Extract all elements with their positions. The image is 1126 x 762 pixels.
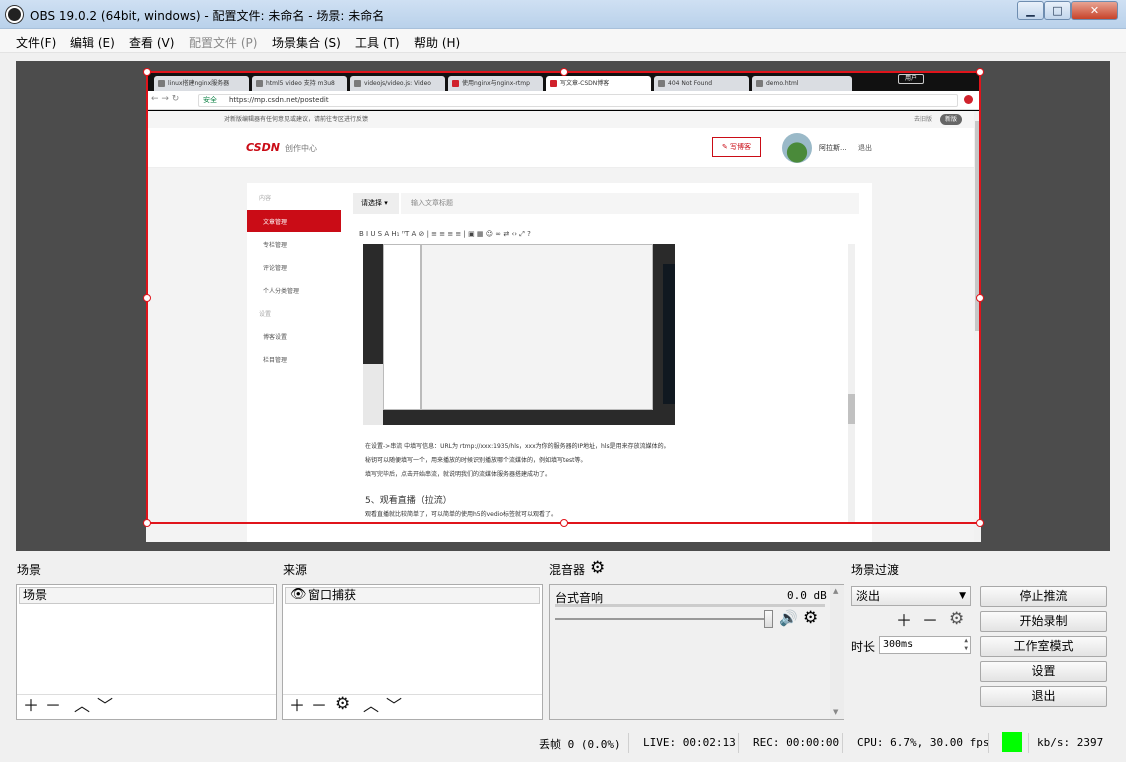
scroll-down-icon[interactable]: ▼	[833, 708, 838, 716]
add-transition-button[interactable]: ＋	[896, 613, 912, 629]
menu-scene-collection[interactable]: 场景集合 (S)	[272, 34, 341, 51]
source-selection-box[interactable]	[143, 68, 984, 527]
settings-button[interactable]: 设置	[980, 661, 1107, 682]
remove-scene-button[interactable]: －	[45, 698, 61, 714]
menu-profile[interactable]: 配置文件 (P)	[189, 34, 257, 51]
scenes-list[interactable]: 场景 ＋ － ︿ ﹀	[16, 584, 277, 720]
divider	[1028, 733, 1029, 753]
move-down-button[interactable]: ﹀	[97, 698, 113, 714]
move-down-button[interactable]: ﹀	[386, 698, 402, 714]
eye-icon[interactable]: 👁	[290, 587, 307, 602]
audio-mixer: 台式音响 0.0 dB 🔊 ⚙ ▲ ▼	[549, 584, 844, 720]
add-scene-button[interactable]: ＋	[23, 698, 39, 714]
transition-select[interactable]: 淡出 ▼	[851, 586, 971, 606]
chevron-down-icon: ▼	[959, 591, 966, 601]
studio-mode-button[interactable]: 工作室模式	[980, 636, 1107, 657]
dropped-frames: 丢帧 0 (0.0%)	[539, 738, 621, 751]
start-recording-button[interactable]: 开始录制	[980, 611, 1107, 632]
resize-handle[interactable]	[976, 294, 984, 302]
duration-input[interactable]: 300ms ▲ ▼	[879, 636, 971, 654]
exit-button[interactable]: 退出	[980, 686, 1107, 707]
gear-icon[interactable]: ⚙	[590, 558, 605, 578]
gear-icon[interactable]: ⚙	[949, 611, 964, 628]
move-up-button[interactable]: ︿	[74, 698, 90, 714]
remove-transition-button[interactable]: －	[922, 613, 938, 629]
divider	[17, 694, 276, 695]
close-button[interactable]: ✕	[1071, 1, 1118, 20]
sources-list[interactable]: 👁 窗口捕获 ＋ － ⚙ ︿ ﹀	[282, 584, 543, 720]
minimize-button[interactable]: ▁	[1017, 1, 1044, 20]
menu-help[interactable]: 帮助 (H)	[414, 34, 460, 51]
volume-meter	[555, 604, 825, 607]
source-item[interactable]: 👁 窗口捕获	[285, 587, 540, 604]
menu-tools[interactable]: 工具 (T)	[355, 34, 400, 51]
menu-view[interactable]: 查看 (V)	[129, 34, 174, 51]
menu-edit[interactable]: 编辑 (E)	[70, 34, 115, 51]
duration-value: 300ms	[883, 639, 914, 650]
divider	[738, 733, 739, 753]
resize-handle[interactable]	[143, 294, 151, 302]
stop-streaming-button[interactable]: 停止推流	[980, 586, 1107, 607]
bitrate: kb/s: 2397	[1037, 736, 1104, 749]
scroll-up-icon[interactable]: ▲	[833, 587, 838, 595]
resize-handle[interactable]	[560, 519, 568, 527]
source-item-label: 窗口捕获	[308, 588, 357, 602]
window-title: OBS 19.0.2 (64bit, windows) - 配置文件: 未命名 …	[30, 9, 385, 23]
remove-source-button[interactable]: －	[311, 698, 327, 714]
rec-timer: REC: 00:00:00	[753, 736, 840, 749]
gear-icon[interactable]: ⚙	[335, 696, 350, 713]
sources-title: 来源	[283, 563, 308, 577]
menu-file[interactable]: 文件(F)	[16, 34, 56, 51]
resize-handle[interactable]	[976, 519, 984, 527]
cpu-fps: CPU: 6.7%, 30.00 fps	[857, 736, 990, 749]
menu-bar: 文件(F) 编辑 (E) 查看 (V) 配置文件 (P) 场景集合 (S) 工具…	[0, 29, 1126, 53]
status-bar: 丢帧 0 (0.0%) LIVE: 00:02:13 REC: 00:00:00…	[0, 728, 1126, 762]
divider	[628, 733, 629, 753]
spinner-icon[interactable]: ▲ ▼	[964, 637, 968, 653]
scenes-title: 场景	[17, 563, 42, 577]
transitions-title: 场景过渡	[851, 563, 900, 577]
volume-slider-track[interactable]	[555, 618, 770, 620]
resize-handle[interactable]	[143, 68, 151, 76]
divider	[842, 733, 843, 753]
resize-handle[interactable]	[976, 68, 984, 76]
maximize-button[interactable]: □	[1044, 1, 1071, 20]
gear-icon[interactable]: ⚙	[803, 608, 818, 628]
mixer-title: 混音器	[549, 563, 586, 577]
resize-handle[interactable]	[560, 68, 568, 76]
add-source-button[interactable]: ＋	[289, 698, 305, 714]
title-bar: OBS 19.0.2 (64bit, windows) - 配置文件: 未命名 …	[0, 0, 1126, 29]
scene-item[interactable]: 场景	[19, 587, 274, 604]
speaker-icon[interactable]: 🔊	[779, 609, 798, 627]
live-timer: LIVE: 00:02:13	[643, 736, 736, 749]
mixer-scrollbar[interactable]: ▲ ▼	[830, 585, 844, 719]
resize-handle[interactable]	[143, 519, 151, 527]
volume-slider-handle[interactable]	[764, 610, 773, 628]
duration-label: 时长	[851, 640, 876, 654]
obs-logo-icon	[6, 6, 23, 23]
transition-select-value: 淡出	[856, 589, 881, 603]
move-up-button[interactable]: ︿	[363, 698, 379, 714]
divider	[283, 694, 542, 695]
stream-health-indicator	[1002, 732, 1022, 752]
divider	[988, 733, 989, 753]
mixer-db-level: 0.0 dB	[787, 589, 827, 602]
